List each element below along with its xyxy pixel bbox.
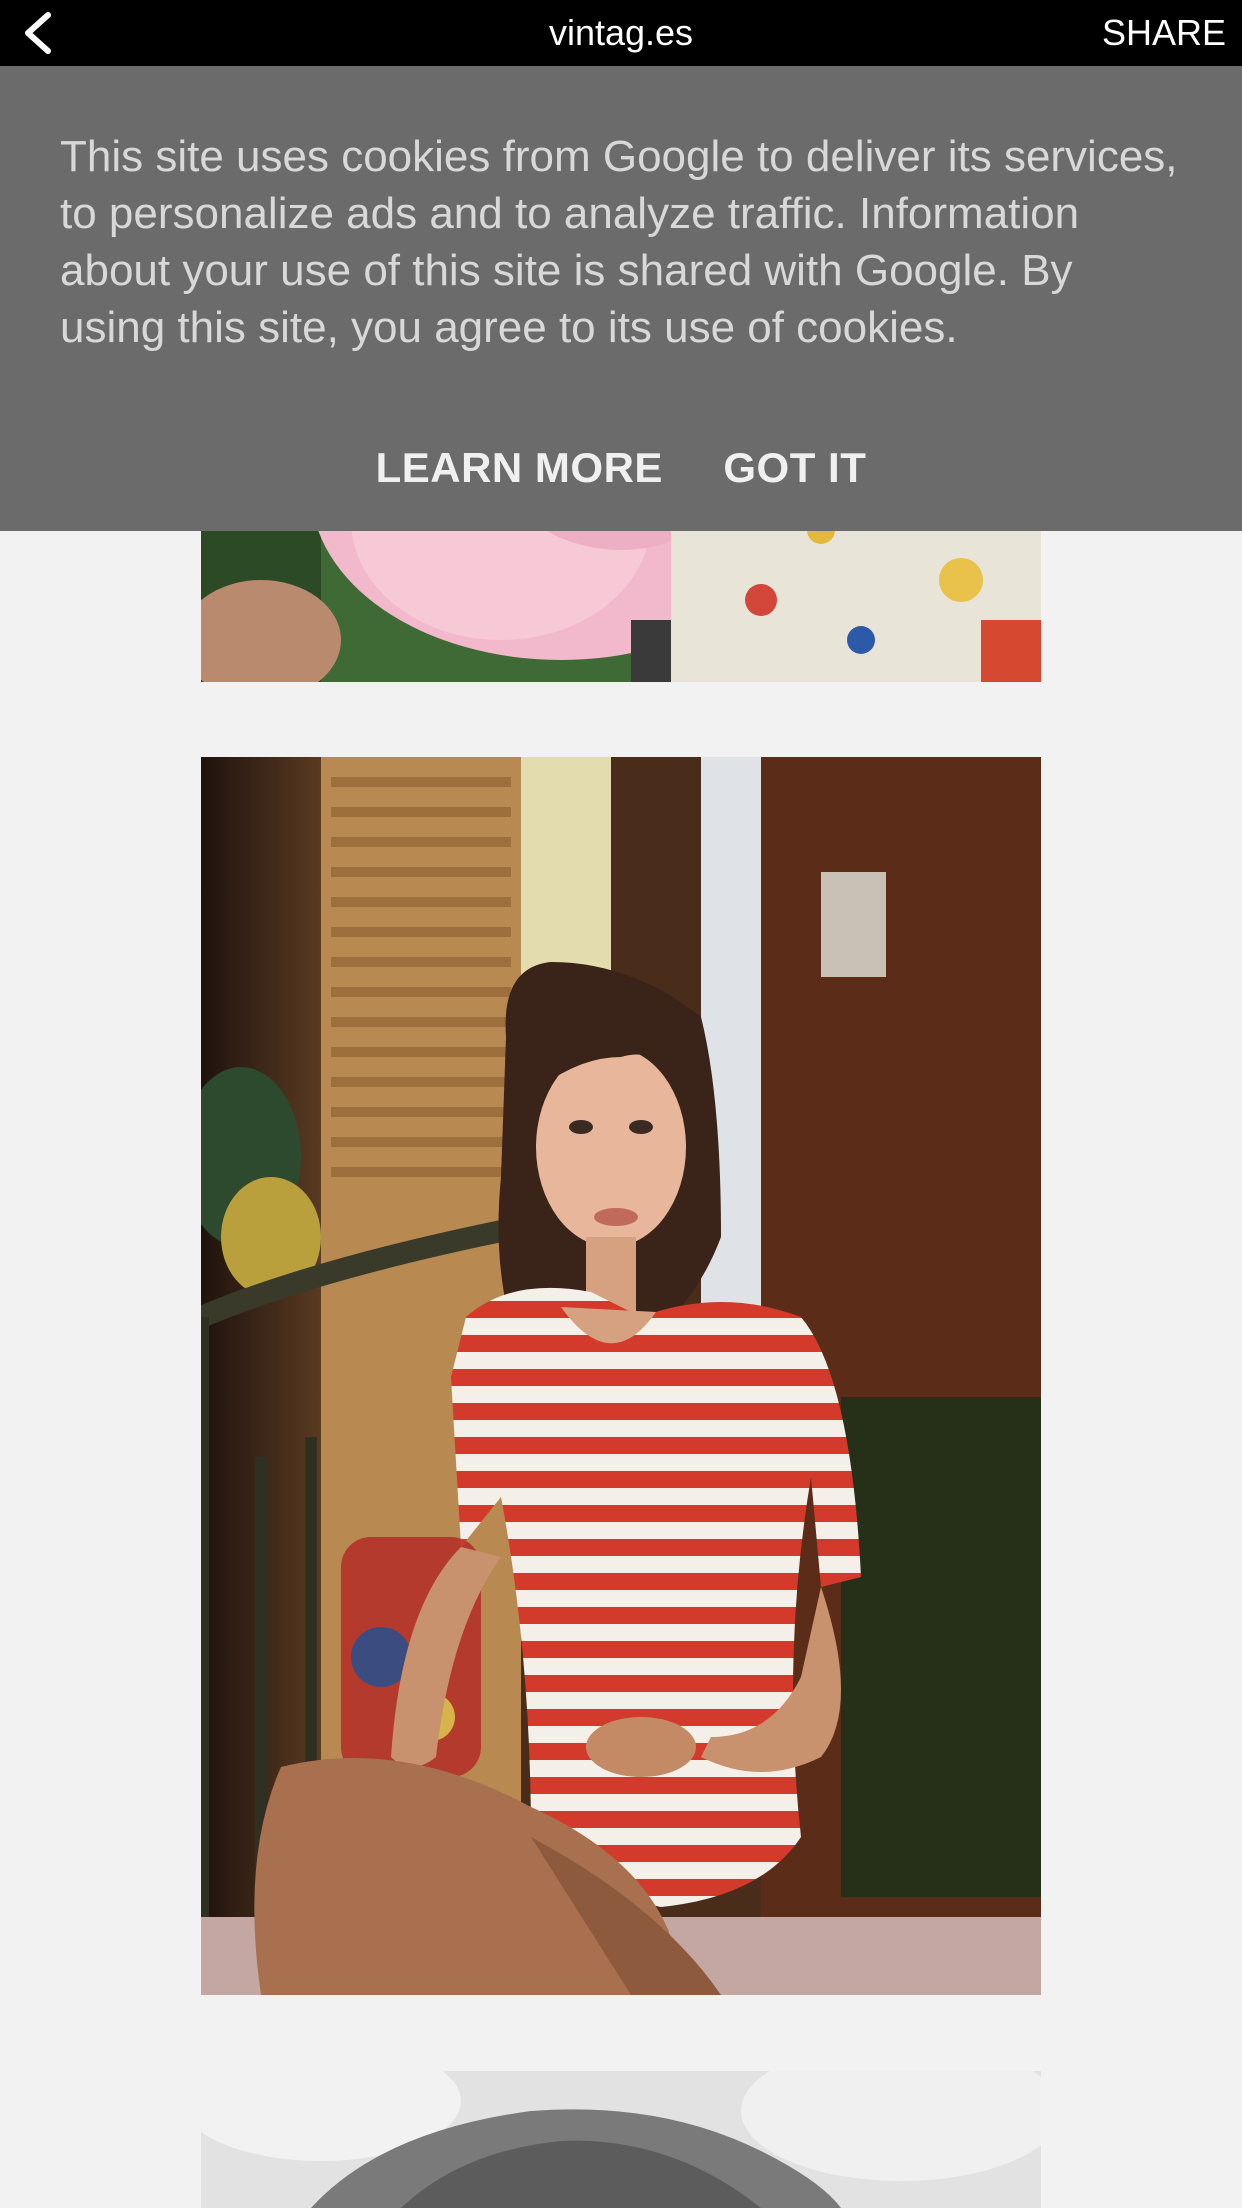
black-and-white-image [201, 2071, 1041, 2208]
cookie-message: This site uses cookies from Google to de… [60, 132, 1178, 352]
woman-striped-dress-image [201, 757, 1041, 1995]
cookie-banner: This site uses cookies from Google to de… [0, 66, 1242, 531]
page-title: vintag.es [548, 12, 694, 53]
cookie-actions: LEARN MORE GOT IT [0, 444, 1242, 492]
top-bar: vintag.es SHARE [0, 0, 1242, 66]
back-button[interactable] [12, 8, 62, 58]
share-button[interactable]: SHARE [1102, 0, 1226, 66]
feed-photo-2[interactable] [201, 757, 1041, 1995]
got-it-button[interactable]: GOT IT [723, 444, 866, 492]
feed-photo-3[interactable] [201, 2071, 1041, 2208]
learn-more-button[interactable]: LEARN MORE [376, 444, 663, 492]
chevron-left-icon [25, 12, 51, 54]
